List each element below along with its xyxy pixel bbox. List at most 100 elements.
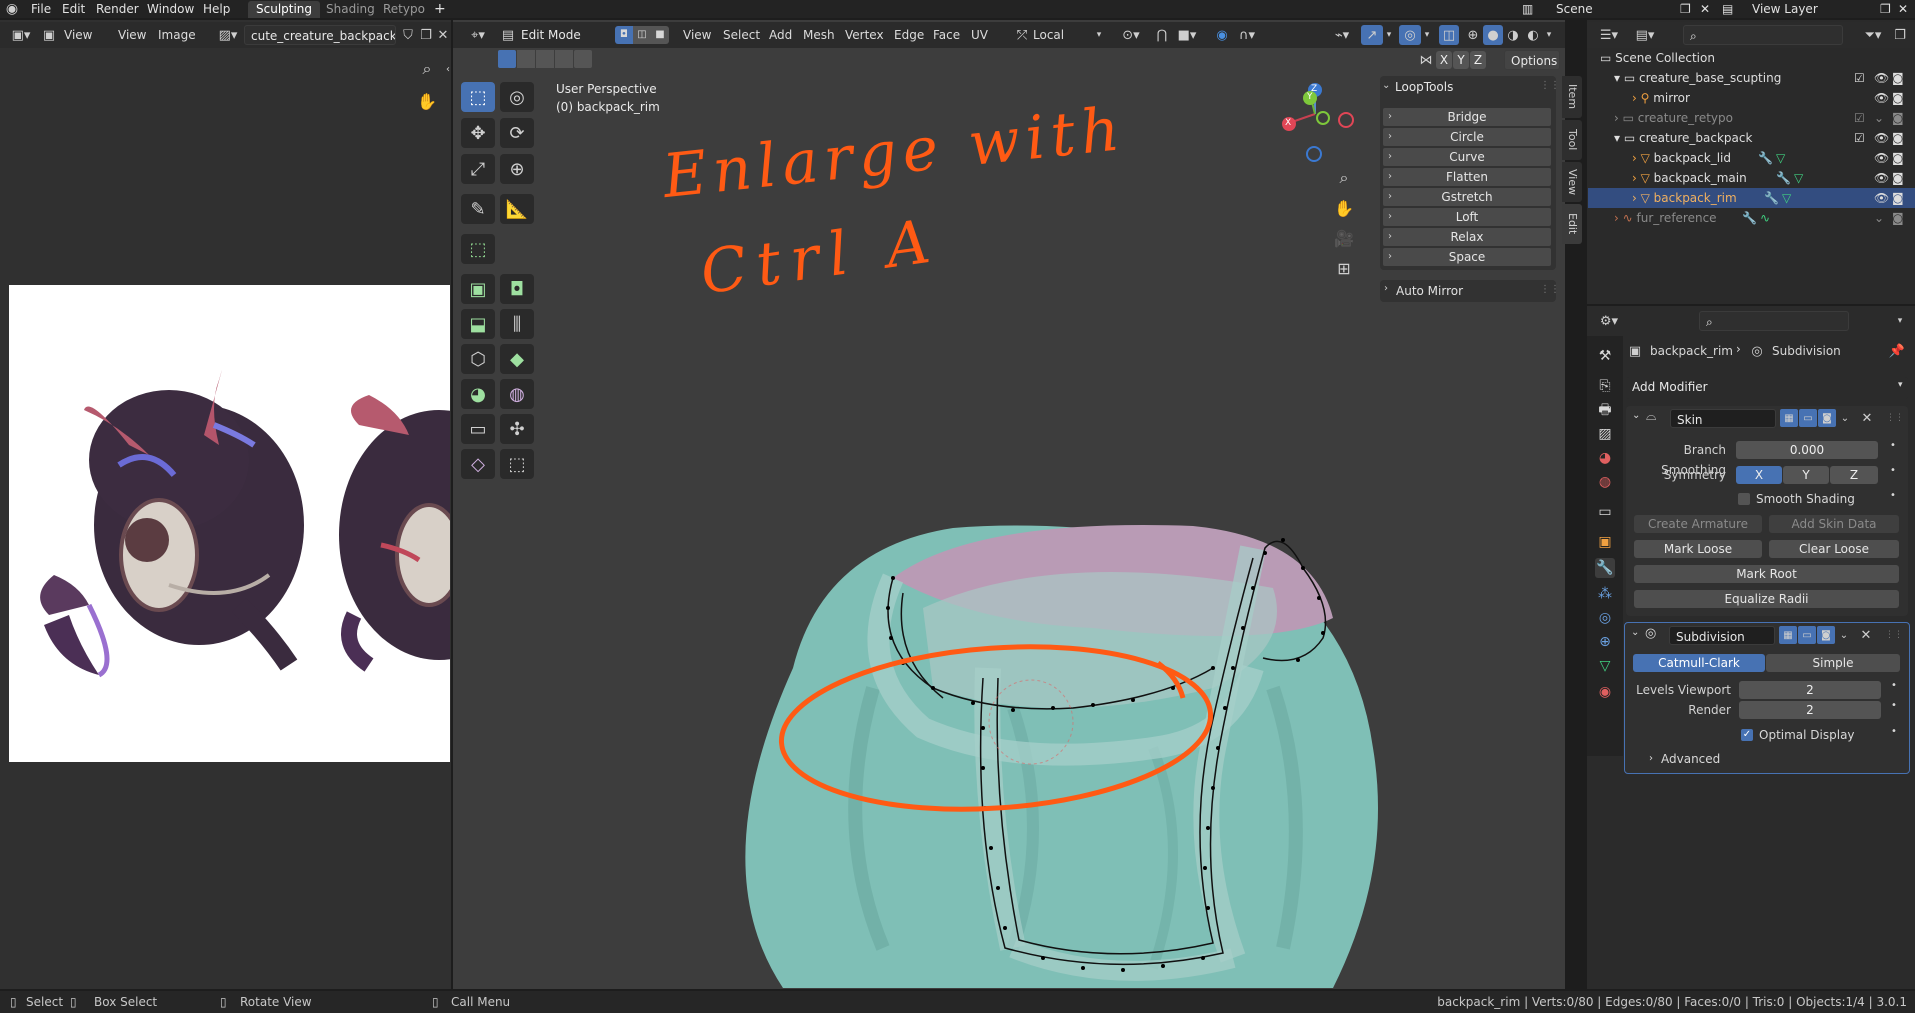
menu-edit[interactable]: Edit bbox=[62, 0, 85, 18]
symmetry-x-toggle[interactable]: X bbox=[1736, 466, 1782, 484]
pivot-icon[interactable]: ⊙▾ bbox=[1118, 25, 1144, 45]
vp-menu-select[interactable]: Select bbox=[723, 24, 760, 46]
catmull-clark-toggle[interactable]: Catmull-Clark bbox=[1633, 654, 1765, 672]
auto-mirror-expand-icon[interactable]: › bbox=[1384, 283, 1388, 294]
world-tab-icon[interactable]: ◍ bbox=[1595, 472, 1615, 492]
gizmo-toggle-icon[interactable]: ↗ bbox=[1361, 25, 1383, 45]
camera-view-icon[interactable]: 🎥 bbox=[1332, 226, 1356, 250]
tab-tool[interactable]: Tool bbox=[1562, 120, 1582, 160]
orientation-chevron-icon[interactable]: ▾ bbox=[1093, 25, 1105, 45]
breadcrumb-modifier[interactable]: Subdivision bbox=[1772, 344, 1841, 358]
looptools-flatten[interactable]: Flatten bbox=[1383, 168, 1551, 186]
skin-editmode-icon[interactable]: ▦ bbox=[1780, 409, 1798, 427]
smooth-shading-checkbox[interactable] bbox=[1738, 493, 1750, 505]
zoom-icon[interactable]: ⌕ bbox=[416, 58, 438, 80]
outliner-row[interactable]: ▾ ▭ creature_backpack ☑ 👁 ◙ bbox=[1588, 128, 1915, 148]
snap-target-icon[interactable]: ■▾ bbox=[1173, 25, 1201, 45]
tab-sculpting[interactable]: Sculpting bbox=[248, 1, 321, 18]
subdivision-remove-icon[interactable]: ✕ bbox=[1859, 626, 1873, 644]
relax-expand-icon[interactable]: › bbox=[1383, 228, 1397, 246]
edge-select-icon[interactable]: ◫ bbox=[633, 26, 651, 44]
proportional-edit-icon[interactable]: ◉ bbox=[1213, 25, 1231, 45]
exclude-checkbox-icon[interactable]: ☑ bbox=[1854, 128, 1865, 148]
menu-window[interactable]: Window bbox=[147, 0, 194, 18]
curve-expand-icon[interactable]: › bbox=[1383, 148, 1397, 166]
scene-tab-icon[interactable]: ◕ bbox=[1595, 448, 1615, 468]
shading-chevron-icon[interactable]: ▾ bbox=[1543, 25, 1555, 45]
vertex-select-icon[interactable]: ◘ bbox=[615, 26, 633, 44]
collection-tab-icon[interactable]: ▭ bbox=[1595, 502, 1615, 522]
new-collection-icon[interactable]: ❐ bbox=[1891, 25, 1909, 45]
auto-mirror-title[interactable]: Auto Mirror bbox=[1396, 284, 1463, 298]
looptools-curve[interactable]: Curve bbox=[1383, 148, 1551, 166]
render-levels-keyframe-icon[interactable]: • bbox=[1891, 700, 1897, 711]
branch-smoothing-field[interactable]: 0.000 bbox=[1736, 441, 1878, 459]
mark-root-button[interactable]: Mark Root bbox=[1634, 565, 1899, 583]
add-modifier-chevron-icon[interactable]: ▾ bbox=[1898, 380, 1903, 390]
camera-icon[interactable]: ◙ bbox=[1892, 148, 1904, 168]
outliner-row[interactable]: ▭ Scene Collection bbox=[1588, 48, 1915, 68]
fake-user-icon[interactable]: ⛉ bbox=[400, 25, 416, 45]
image-menu-view[interactable]: View bbox=[118, 24, 146, 46]
render-tab-icon[interactable]: ⎘ bbox=[1595, 376, 1615, 396]
pan-view-icon[interactable]: ✋ bbox=[1332, 196, 1356, 220]
image-menu-image[interactable]: Image bbox=[158, 24, 196, 46]
space-expand-icon[interactable]: › bbox=[1383, 248, 1397, 266]
outliner-row[interactable]: › ▽ backpack_main 🔧 ▽ 👁 ◙ bbox=[1588, 168, 1915, 188]
looptools-title[interactable]: LoopTools bbox=[1395, 80, 1453, 94]
tab-view[interactable]: View bbox=[1562, 162, 1582, 202]
outliner-row[interactable]: ▾ ▭ creature_base_scupting ☑ 👁 ◙ bbox=[1588, 68, 1915, 88]
optimal-display-keyframe-icon[interactable]: • bbox=[1891, 726, 1897, 737]
create-armature-button[interactable]: Create Armature bbox=[1634, 515, 1762, 533]
output-tab-icon[interactable]: 🖶 bbox=[1595, 400, 1615, 420]
properties-options-icon[interactable]: ▾ bbox=[1893, 311, 1907, 331]
add-modifier-dropdown[interactable]: Add Modifier bbox=[1626, 377, 1908, 399]
face-select-icon[interactable]: ■ bbox=[651, 26, 669, 44]
object-tab-icon[interactable]: ▣ bbox=[1595, 532, 1615, 552]
modifier-tab-icon[interactable]: 🔧 bbox=[1595, 558, 1615, 578]
vp-menu-face[interactable]: Face bbox=[933, 24, 960, 46]
skin-name-field[interactable]: Skin bbox=[1670, 409, 1776, 428]
camera-icon[interactable]: ◙ bbox=[1892, 168, 1904, 188]
looptools-loft[interactable]: Loft bbox=[1383, 208, 1551, 226]
symmetry-y-toggle[interactable]: Y bbox=[1783, 466, 1829, 484]
data-tab-icon[interactable]: ▽ bbox=[1595, 656, 1615, 676]
eye-icon[interactable]: 👁 bbox=[1874, 188, 1889, 208]
menu-help[interactable]: Help bbox=[203, 0, 230, 18]
looptools-space[interactable]: Space bbox=[1383, 248, 1551, 266]
skin-drag-icon[interactable]: ⋮⋮ bbox=[1886, 409, 1904, 427]
advanced-subpanel[interactable]: Advanced bbox=[1661, 752, 1720, 766]
falloff-icon[interactable]: ∩▾ bbox=[1233, 25, 1261, 45]
camera-icon[interactable]: ◙ bbox=[1892, 208, 1904, 228]
vp-menu-uv[interactable]: UV bbox=[971, 24, 988, 46]
image-browse-icon[interactable]: ▨▾ bbox=[214, 25, 242, 45]
outliner-row[interactable]: › ∿ fur_reference 🔧 ∿ ⌄ ◙ bbox=[1588, 208, 1915, 228]
auto-mirror-drag-icon[interactable]: ⋮⋮ bbox=[1540, 284, 1560, 295]
zoom-view-icon[interactable]: ⌕ bbox=[1332, 166, 1356, 190]
material-tab-icon[interactable]: ◉ bbox=[1595, 682, 1615, 702]
gizmo-chevron-icon[interactable]: ▾ bbox=[1383, 25, 1395, 45]
camera-icon[interactable]: ◙ bbox=[1892, 188, 1904, 208]
subdivision-viewport-icon[interactable]: ▭ bbox=[1798, 626, 1816, 644]
scene-name[interactable]: Scene bbox=[1556, 0, 1593, 18]
pin-icon[interactable]: 📌 bbox=[1889, 342, 1905, 360]
scene-close-icon[interactable]: ✕ bbox=[1700, 0, 1710, 18]
image-view-dropdown[interactable]: View bbox=[64, 24, 92, 46]
collapse-arrow-icon[interactable]: ‹ bbox=[444, 58, 452, 80]
view-layer-tab-icon[interactable]: ▨ bbox=[1595, 424, 1615, 444]
vp-menu-mesh[interactable]: Mesh bbox=[803, 24, 835, 46]
subdivision-collapse-icon[interactable]: ⌄ bbox=[1631, 627, 1639, 638]
menu-file[interactable]: File bbox=[31, 0, 51, 18]
eye-icon[interactable]: 👁 bbox=[1874, 168, 1889, 188]
looptools-bridge[interactable]: Bridge bbox=[1383, 108, 1551, 126]
outliner-search[interactable]: ⌕ bbox=[1683, 25, 1843, 45]
scene-copy-icon[interactable]: ❐ bbox=[1680, 0, 1691, 18]
subdivision-drag-icon[interactable]: ⋮⋮ bbox=[1885, 626, 1903, 644]
tab-edit[interactable]: Edit bbox=[1562, 204, 1582, 244]
editor-type-icon[interactable]: ▣▾ bbox=[8, 25, 34, 45]
view-layer-icon[interactable]: ▤ bbox=[1722, 0, 1733, 18]
skin-collapse-icon[interactable]: ⌄ bbox=[1632, 410, 1640, 421]
skin-remove-icon[interactable]: ✕ bbox=[1860, 409, 1874, 427]
tab-shading[interactable]: Shading bbox=[318, 1, 383, 18]
subdivision-render-icon[interactable]: ◙ bbox=[1817, 626, 1835, 644]
